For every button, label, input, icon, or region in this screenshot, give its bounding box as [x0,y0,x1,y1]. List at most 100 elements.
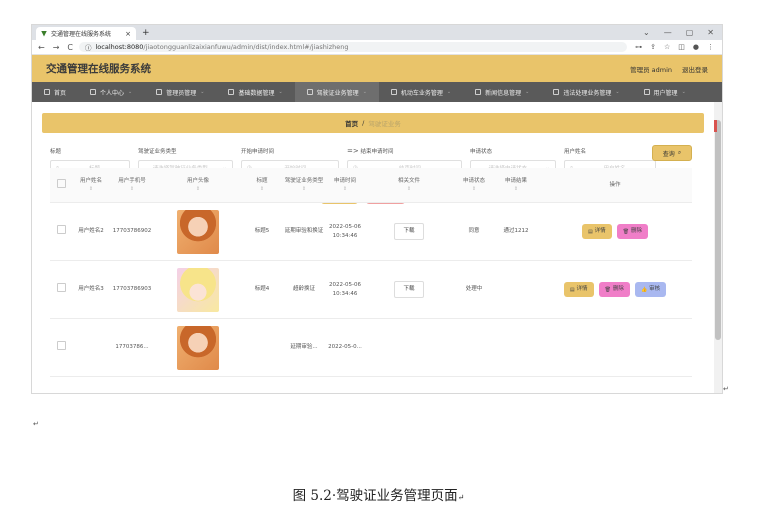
detail-button[interactable]: ▤ 详情 [581,224,612,239]
tab-close-icon[interactable]: × [125,30,131,38]
button-label: 详情 [594,228,606,235]
cell-time: 2022-05-0... [328,344,362,351]
row-checkbox[interactable] [56,283,66,293]
menu-item[interactable]: 首页 [32,82,78,102]
menu-item[interactable]: 管理员管理 ⌄ [144,82,216,102]
sort-icon[interactable]: ⇕ [74,185,108,193]
status-filter-label: 申请状态 [470,149,493,155]
cell-title: 标题5 [254,228,270,235]
logout-link[interactable]: 退出登录 [682,64,708,74]
review-button[interactable]: 👍 审核 [634,282,667,297]
sort-icon[interactable]: ⇕ [328,185,362,193]
menu-item[interactable]: 个人中心 ⌄ [78,82,144,102]
sort-icon[interactable]: ⇕ [284,185,324,193]
menu-item[interactable]: 用户管理 ⌄ [632,82,698,102]
menu-icon[interactable]: ⋮ [707,43,714,51]
reload-icon[interactable]: C [67,43,73,52]
button-label: 删除 [612,286,624,293]
menu-item[interactable]: 违法处理业务管理 ⌄ [541,82,631,102]
delete-button[interactable]: 🗑 删除 [616,224,649,239]
cell-status: 处理中 [465,286,483,293]
download-button[interactable]: 下载 [394,223,424,240]
cell-type: 超龄换证 [292,286,315,293]
column-header[interactable]: 用户姓名 ⇕ [72,177,110,194]
column-header-label: 申请时间 [333,177,356,184]
forward-icon[interactable]: → [53,43,60,52]
menu-item-label: 首页 [54,89,67,97]
figure-caption: 图 5.2·驾驶证业务管理页面↵ [292,488,465,504]
back-icon[interactable]: ← [38,43,45,52]
sort-icon[interactable]: ⇕ [244,185,280,193]
cell-phone: 17703786... [115,344,149,351]
breadcrumb: 首页 / 驾驶证业务 [42,113,704,133]
menu-item[interactable]: 机动车业务管理 ⌄ [379,82,463,102]
sort-icon[interactable]: ⇕ [366,185,452,193]
row-select-cell [50,341,72,354]
column-header[interactable]: 申请时间 ⇕ [326,177,364,194]
sort-icon[interactable]: ⇕ [112,185,152,193]
key-icon[interactable]: ⊶ [635,43,642,51]
button-label: 删除 [631,228,643,235]
download-button[interactable]: 下载 [394,281,424,298]
row-checkbox[interactable] [56,225,66,235]
star-icon[interactable]: ☆ [664,43,670,51]
search-button[interactable]: 查询 ⌕ [652,145,692,161]
maximize-icon[interactable]: ▢ [686,28,694,37]
column-header[interactable]: 驾驶证业务类型 ⇕ [282,177,326,194]
chevron-down-icon: ⌄ [681,89,686,95]
app-title: 交通管理在线服务系统 [46,63,151,75]
tab-title: 交通管理在线服务系统 [51,31,112,38]
menu-item[interactable]: 驾驶证业务管理 ⌄ [294,82,379,102]
browser-tab[interactable]: 交通管理在线服务系统 × [36,27,136,40]
clock-icon [553,89,560,95]
breadcrumb-home[interactable]: 首页 [345,118,358,128]
column-header[interactable]: 相关文件 ⇕ [364,177,454,194]
detail-button[interactable]: ▤ 详情 [563,282,594,297]
avatar-cell [154,209,242,254]
column-header[interactable]: 标题 ⇕ [242,177,282,194]
menu-item[interactable]: 基础数据管理 ⌄ [216,82,294,102]
cell-name: 用户姓名2 [78,228,104,235]
sort-icon[interactable]: ⇕ [156,185,240,193]
data-table: 用户姓名 ⇕ 用户手机号 ⇕ 用户头像 ⇕ 标题 ⇕ 驾驶证业务类型 ⇕ 申请时间 ⇕ 相关文件 ⇕ 申请状… [50,168,692,377]
chevron-down-icon: ⌄ [362,89,367,95]
detail-icon: ▤ [569,286,575,293]
select-all-checkbox[interactable] [56,178,66,188]
column-header-label: 申请状态 [462,177,485,184]
new-tab-icon[interactable]: + [142,28,150,38]
column-header[interactable]: 用户手机号 ⇕ [110,177,154,194]
sort-icon[interactable]: ⇕ [496,185,536,193]
app-header: 交通管理在线服务系统 管理员 admin 退出登录 [32,55,722,82]
page-scrollbar[interactable] [714,102,722,393]
table-row[interactable]: 用户姓名3 17703786903 标题4 超龄换证 2022-05-06 10:34:… [50,261,692,319]
top-menu: 首页 个人中心 ⌄ 管理员管理 ⌄ 基础数据管理 ⌄ 驾驶证业务管理 ⌄ 机动车业务管理 ⌄ 新闻信息… [32,82,722,102]
scrollbar-thumb[interactable] [715,120,721,340]
row-checkbox[interactable] [56,341,66,351]
column-header[interactable]: 申请结果 ⇕ [494,177,538,194]
operations-cell: ▤ 详情 🗑 删除 👍 审核 [538,282,692,297]
close-window-icon[interactable]: ✕ [707,28,714,37]
menu-item-label: 驾驶证业务管理 [316,89,359,97]
table-row[interactable]: 用户姓名2 17703786902 标题5 延期审验和换证 2022-05-06 10:… [50,203,692,261]
avatar [177,267,219,312]
end-time-label: => 结束申请时间 [347,147,394,155]
chevron-down-icon: ⌄ [278,89,283,95]
minimize-icon[interactable]: — [664,28,672,37]
column-header[interactable]: 用户头像 ⇕ [154,177,242,194]
select-all-cell[interactable] [50,178,72,192]
sort-icon[interactable]: ⇕ [456,185,492,193]
home-icon [44,89,50,95]
browser-tab-bar: 交通管理在线服务系统 × + ⌄ — ▢ ✕ [32,25,722,40]
table-row[interactable]: 17703786... 延期审验... 2022-05-0... [50,319,692,377]
share-icon[interactable]: ⇪ [650,43,656,51]
avatar [177,209,219,254]
cell-time: 2022-05-06 10:34:46 [329,281,361,297]
url-field[interactable]: ⓘ localhost:8080/jiaotongguanlizaixianfu… [79,42,628,52]
tab-search-icon[interactable]: ⌄ [643,28,650,37]
profile-icon[interactable]: ● [693,43,699,51]
column-header[interactable]: 申请状态 ⇕ [454,177,494,194]
sidepanel-icon[interactable]: ◫ [678,43,685,51]
delete-button[interactable]: 🗑 删除 [598,282,630,297]
menu-item[interactable]: 新闻信息管理 ⌄ [463,82,541,102]
column-header[interactable]: 操作 [538,181,692,190]
